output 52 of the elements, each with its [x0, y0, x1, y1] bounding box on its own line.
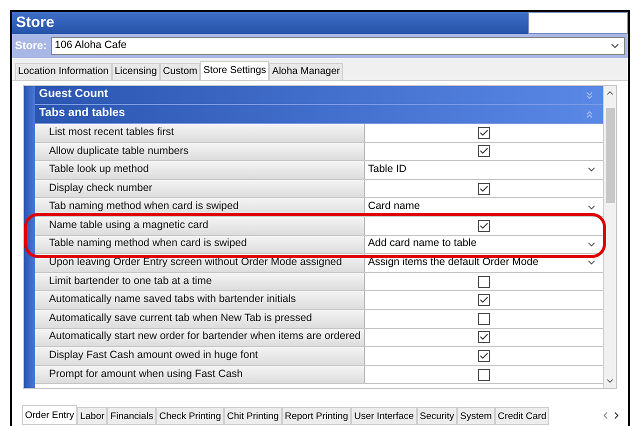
setting-label: Prompt for amount when using Fast Cash: [35, 366, 365, 384]
setting-label: List most recent tables first: [35, 124, 365, 142]
tab[interactable]: Report Printing: [282, 407, 352, 425]
checkbox[interactable]: [478, 368, 490, 381]
setting-label: Automatically save current tab when New Tab is pressed: [35, 310, 365, 328]
checkbox[interactable]: [478, 331, 490, 344]
checkbox[interactable]: [478, 145, 490, 158]
tab[interactable]: Location Information: [15, 63, 112, 80]
setting-label: Limit bartender to one tab at a time: [35, 272, 365, 290]
tab[interactable]: Financials: [107, 407, 156, 425]
setting-label: Allow duplicate table numbers: [35, 142, 365, 160]
tab[interactable]: Labor: [77, 407, 108, 425]
setting-dropdown[interactable]: Add card name to table: [365, 236, 603, 254]
tab[interactable]: Credit Card: [494, 407, 550, 425]
group-header[interactable]: Tabs and tables: [35, 105, 603, 124]
tab[interactable]: Licensing: [112, 63, 160, 80]
dropdown-value: Card name: [368, 199, 420, 214]
window-title: Store: [15, 13, 56, 33]
setting-label: Automatically name saved tabs with bartender initials: [35, 291, 365, 309]
setting-dropdown[interactable]: Table ID: [365, 161, 603, 179]
dropdown-value: Assign items the default Order Mode: [368, 255, 538, 270]
setting-dropdown[interactable]: Assign items the default Order Mode: [365, 254, 603, 272]
dropdown-value: Add card name to table: [368, 236, 477, 252]
tab[interactable]: User Interface: [351, 407, 417, 425]
store-dropdown[interactable]: 106 Aloha Cafe: [50, 37, 625, 55]
setting-label: Display Fast Cash amount owed in huge font: [35, 347, 365, 365]
tab[interactable]: Check Printing: [156, 407, 224, 425]
checkbox[interactable]: [478, 350, 490, 362]
dropdown-value: Table ID: [368, 162, 407, 178]
store-label: Store:: [15, 38, 47, 54]
checkbox[interactable]: [478, 182, 490, 195]
tab[interactable]: Store Settings: [200, 61, 270, 80]
scroll-thumb[interactable]: [606, 108, 614, 203]
setting-label: Automatically start new order for bartender when items are ordered: [35, 328, 365, 346]
tab[interactable]: Aloha Manager: [269, 63, 343, 80]
setting-label: Name table using a magnetic card: [35, 216, 365, 235]
setting-label: Display check number: [35, 180, 365, 198]
group-header[interactable]: Guest Count: [35, 86, 603, 105]
tab[interactable]: Custom: [160, 63, 200, 80]
checkbox[interactable]: [478, 294, 490, 306]
checkbox[interactable]: [478, 312, 490, 325]
checkbox[interactable]: [478, 126, 490, 139]
tab[interactable]: Order Entry: [22, 405, 78, 425]
setting-dropdown[interactable]: Card name: [365, 198, 603, 216]
setting-label: Table naming method when card is swiped: [35, 236, 365, 254]
tab[interactable]: Security: [416, 407, 458, 425]
checkbox[interactable]: [478, 276, 490, 288]
tab[interactable]: Chit Printing: [224, 407, 282, 425]
setting-label: Table look up method: [35, 161, 365, 179]
scrollbar[interactable]: [603, 86, 616, 388]
tab[interactable]: System: [457, 407, 495, 425]
checkbox[interactable]: [478, 220, 490, 232]
